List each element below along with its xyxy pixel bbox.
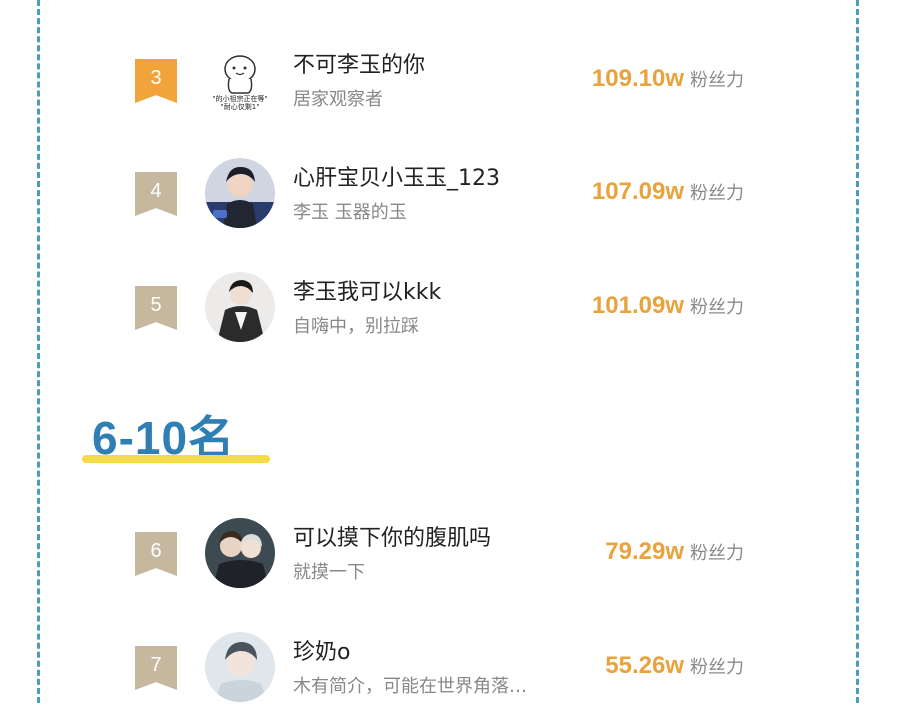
user-name[interactable]: 李玉我可以kkk <box>293 274 441 306</box>
anime-character-avatar <box>205 632 275 702</box>
anime-characters-avatar <box>205 518 275 588</box>
ranking-row-5[interactable]: 5 李玉我可以kkk 自嗨中，别拉踩 101.09w 粉丝力 <box>0 272 900 352</box>
user-bio: 木有简介，可能在世界角落… <box>293 676 527 697</box>
fans-unit-label: 粉丝力 <box>690 297 744 318</box>
ranking-row-6[interactable]: 6 可以摸下你的腹肌吗 就摸一下 79.29w 粉丝力 <box>0 518 900 598</box>
fans-count: 107.09w <box>591 178 684 205</box>
ranking-row-7[interactable]: 7 珍奶o 木有简介，可能在世界角落… 55.26w 粉丝力 <box>0 632 900 712</box>
ranking-row-4[interactable]: 4 心肝宝贝小玉玉_123 李玉 玉器的玉 107.09w 粉丝力 <box>0 158 900 238</box>
rank-badge: 4 <box>135 172 177 216</box>
anime-character-avatar <box>205 272 275 342</box>
fans-unit-label: 粉丝力 <box>690 183 744 204</box>
avatar[interactable] <box>205 158 275 228</box>
fans-power: 79.29w 粉丝力 <box>605 538 744 566</box>
rank-badge: 6 <box>135 532 177 576</box>
user-name[interactable]: 可以摸下你的腹肌吗 <box>293 520 491 552</box>
fans-power: 101.09w 粉丝力 <box>592 292 744 320</box>
fans-power: 107.09w 粉丝力 <box>592 178 744 206</box>
fans-unit-label: 粉丝力 <box>690 543 744 564</box>
user-bio: 居家观察者 <box>293 89 383 110</box>
fans-count: 109.10w <box>591 65 684 92</box>
fans-unit-label: 粉丝力 <box>690 657 744 678</box>
user-bio: 李玉 玉器的玉 <box>293 202 407 223</box>
fans-unit-label: 粉丝力 <box>690 70 744 91</box>
rank-badge: 3 <box>135 59 177 103</box>
rank-badge: 5 <box>135 286 177 330</box>
user-name[interactable]: 不可李玉的你 <box>293 47 425 79</box>
fans-count: 55.26w <box>605 652 684 679</box>
avatar-caption: "的小祖宗正在等" "耐心仅剩1" <box>212 95 268 111</box>
user-bio: 自嗨中，别拉踩 <box>293 316 419 337</box>
anime-character-avatar <box>205 158 275 228</box>
avatar[interactable]: "的小祖宗正在等" "耐心仅剩1" <box>205 45 275 115</box>
avatar[interactable] <box>205 272 275 342</box>
user-name[interactable]: 心肝宝贝小玉玉_123 <box>293 160 500 192</box>
avatar[interactable] <box>205 518 275 588</box>
rank-badge: 7 <box>135 646 177 690</box>
heading-underline <box>82 455 270 463</box>
fans-count: 101.09w <box>591 292 684 319</box>
user-name[interactable]: 珍奶o <box>293 634 350 666</box>
user-bio: 就摸一下 <box>293 562 365 583</box>
fans-power: 109.10w 粉丝力 <box>592 65 744 93</box>
fans-count: 79.29w <box>605 538 684 565</box>
fans-power: 55.26w 粉丝力 <box>605 652 744 680</box>
avatar[interactable] <box>205 632 275 702</box>
ranking-row-3[interactable]: 3 "的小祖宗正在等" "耐心仅剩1" 不可李玉的你 居家观察者 109.10w… <box>0 45 900 125</box>
